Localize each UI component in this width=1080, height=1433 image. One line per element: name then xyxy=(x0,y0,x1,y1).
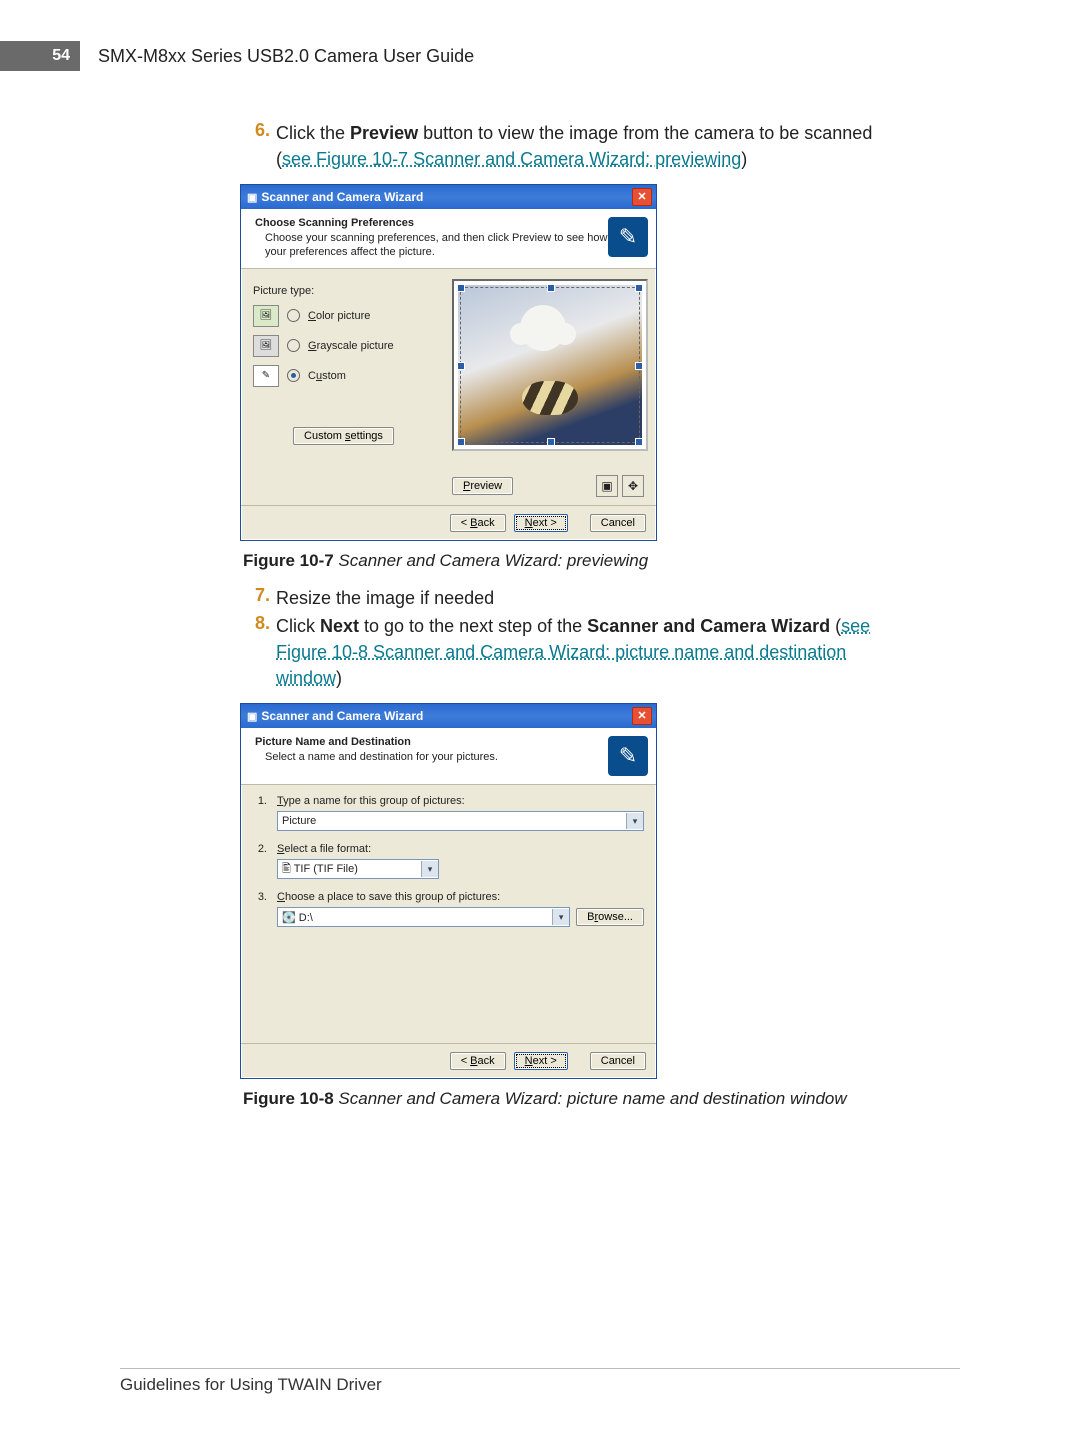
step-7-number: 7. xyxy=(240,585,276,611)
custom-settings-button[interactable]: Custom settingsCustom settings xyxy=(293,427,394,445)
radio-gray-label: GGrayscale picturerayscale picture xyxy=(308,340,394,352)
color-thumb-icon: 🖼 xyxy=(253,305,279,327)
file-format-combo[interactable]: 🖺 TIF (TIF File) ▾ xyxy=(277,859,439,879)
wizard-footer: < Back< Back Next >Next > Cancel xyxy=(241,505,656,540)
wizard-header-subtitle: Choose your scanning preferences, and th… xyxy=(255,229,608,260)
file-format-value: 🖺 TIF (TIF File) xyxy=(278,860,421,879)
wizard2-titlebar[interactable]: ▣ Scanner and Camera Wizard ✕ xyxy=(241,704,656,728)
radio-custom-row[interactable]: ✎ CustomCustom xyxy=(253,365,434,387)
scanner-icon: ▣ xyxy=(247,710,257,723)
crop-selection[interactable] xyxy=(460,287,640,443)
wizard2-footer: < Back< Back Next >Next > Cancel xyxy=(241,1043,656,1078)
scanner-device-icon: ✎ xyxy=(608,736,648,776)
crop-handle-t[interactable] xyxy=(547,284,555,292)
step-6-bold: Preview xyxy=(350,123,418,143)
doc-title: SMX-M8xx Series USB2.0 Camera User Guide xyxy=(98,46,474,67)
chevron-down-icon[interactable]: ▾ xyxy=(552,909,569,925)
picture-name-value: Picture xyxy=(278,815,626,827)
picture-type-label: Picture type: xyxy=(253,285,434,297)
step-8-bold2: Scanner and Camera Wizard xyxy=(587,616,830,636)
step-7: 7. Resize the image if needed xyxy=(240,585,900,611)
step-8-mid: to go to the next step of the xyxy=(359,616,587,636)
step-6-close: ) xyxy=(741,149,747,169)
wizard-header: Choose Scanning Preferences Choose your … xyxy=(241,209,656,269)
wizard2-header-subtitle: Select a name and destination for your p… xyxy=(255,748,608,764)
zoom-fit-icon[interactable]: ▣ xyxy=(596,475,618,497)
crop-handle-bl[interactable] xyxy=(457,438,465,446)
step-7-text: Resize the image if needed xyxy=(276,585,900,611)
radio-custom-label: CustomCustom xyxy=(308,370,346,382)
close-icon[interactable]: ✕ xyxy=(632,707,652,725)
step-8-close: ) xyxy=(336,668,342,688)
wizard2-title: Scanner and Camera Wizard xyxy=(261,709,632,723)
crop-handle-br[interactable] xyxy=(635,438,643,446)
wizard2-header: Picture Name and Destination Select a na… xyxy=(241,728,656,785)
cancel-button[interactable]: Cancel xyxy=(590,1052,646,1070)
next-button[interactable]: Next >Next > xyxy=(514,1052,568,1070)
page-number: 54 xyxy=(0,41,80,71)
wizard-destination-window: ▣ Scanner and Camera Wizard ✕ Picture Na… xyxy=(240,703,657,1079)
scanner-icon: ▣ xyxy=(247,191,257,204)
wizard-header-title: Choose Scanning Preferences xyxy=(255,217,608,229)
radio-color-label: CColor pictureolor picture xyxy=(308,310,370,322)
radio-color[interactable] xyxy=(287,309,300,322)
wizard-preview-window: ▣ Scanner and Camera Wizard ✕ Choose Sca… xyxy=(240,184,657,541)
page-footer: Guidelines for Using TWAIN Driver xyxy=(120,1368,960,1395)
step-6-number: 6. xyxy=(240,120,276,172)
back-button[interactable]: < Back< Back xyxy=(450,1052,506,1070)
wizard-titlebar[interactable]: ▣ Scanner and Camera Wizard ✕ xyxy=(241,185,656,209)
zoom-actual-icon[interactable]: ✥ xyxy=(622,475,644,497)
step-8: 8. Click Next to go to the next step of … xyxy=(240,613,900,691)
step-6-link[interactable]: see Figure 10-7 Scanner and Camera Wizar… xyxy=(282,149,741,169)
q1-number: 1. xyxy=(253,795,267,843)
save-location-value: 💽 D:\ xyxy=(278,911,552,924)
crop-handle-b[interactable] xyxy=(547,438,555,446)
gray-thumb-icon: 🖼 xyxy=(253,335,279,357)
chevron-down-icon[interactable]: ▾ xyxy=(626,813,643,829)
q3-label: CChoose a place to save this group of pi… xyxy=(277,891,644,903)
figure-10-8-caption: Figure 10-8 Scanner and Camera Wizard: p… xyxy=(243,1089,900,1109)
q2-label: SSelect a file format:elect a file forma… xyxy=(277,843,644,855)
step-8-number: 8. xyxy=(240,613,276,691)
radio-color-row[interactable]: 🖼 CColor pictureolor picture xyxy=(253,305,434,327)
save-location-combo[interactable]: 💽 D:\ ▾ xyxy=(277,907,570,927)
crop-handle-r[interactable] xyxy=(635,362,643,370)
step-8-post: ( xyxy=(830,616,841,636)
wizard-title: Scanner and Camera Wizard xyxy=(261,190,632,204)
picture-name-combo[interactable]: Picture ▾ xyxy=(277,811,644,831)
crop-handle-tr[interactable] xyxy=(635,284,643,292)
crop-handle-l[interactable] xyxy=(457,362,465,370)
radio-custom[interactable] xyxy=(287,369,300,382)
step-8-pre: Click xyxy=(276,616,320,636)
q2-number: 2. xyxy=(253,843,267,891)
custom-thumb-icon: ✎ xyxy=(253,365,279,387)
figure-10-7-label: Figure 10-7 xyxy=(243,551,334,570)
step-8-bold1: Next xyxy=(320,616,359,636)
preview-pane[interactable] xyxy=(452,279,648,451)
step-6-pre: Click the xyxy=(276,123,350,143)
crop-handle-tl[interactable] xyxy=(457,284,465,292)
radio-gray[interactable] xyxy=(287,339,300,352)
preview-button[interactable]: PPreviewreview xyxy=(452,477,513,495)
figure-10-7-caption: Figure 10-7 Scanner and Camera Wizard: p… xyxy=(243,551,900,571)
figure-10-8-label: Figure 10-8 xyxy=(243,1089,334,1108)
chevron-down-icon[interactable]: ▾ xyxy=(421,861,438,877)
next-button[interactable]: Next >Next > xyxy=(514,514,568,532)
cancel-button[interactable]: Cancel xyxy=(590,514,646,532)
close-icon[interactable]: ✕ xyxy=(632,188,652,206)
figure-10-8-desc: Scanner and Camera Wizard: picture name … xyxy=(334,1089,847,1108)
q3-number: 3. xyxy=(253,891,267,939)
step-6: 6. Click the Preview button to view the … xyxy=(240,120,900,172)
browse-button[interactable]: Browse...Browse... xyxy=(576,908,644,926)
scanner-device-icon: ✎ xyxy=(608,217,648,257)
radio-gray-row[interactable]: 🖼 GGrayscale picturerayscale picture xyxy=(253,335,434,357)
q1-label: TType a name for this group of pictures:… xyxy=(277,795,644,807)
back-button[interactable]: < Back< Back xyxy=(450,514,506,532)
figure-10-7-desc: Scanner and Camera Wizard: previewing xyxy=(334,551,649,570)
page-header: 54 SMX-M8xx Series USB2.0 Camera User Gu… xyxy=(0,36,1080,76)
wizard2-header-title: Picture Name and Destination xyxy=(255,736,608,748)
